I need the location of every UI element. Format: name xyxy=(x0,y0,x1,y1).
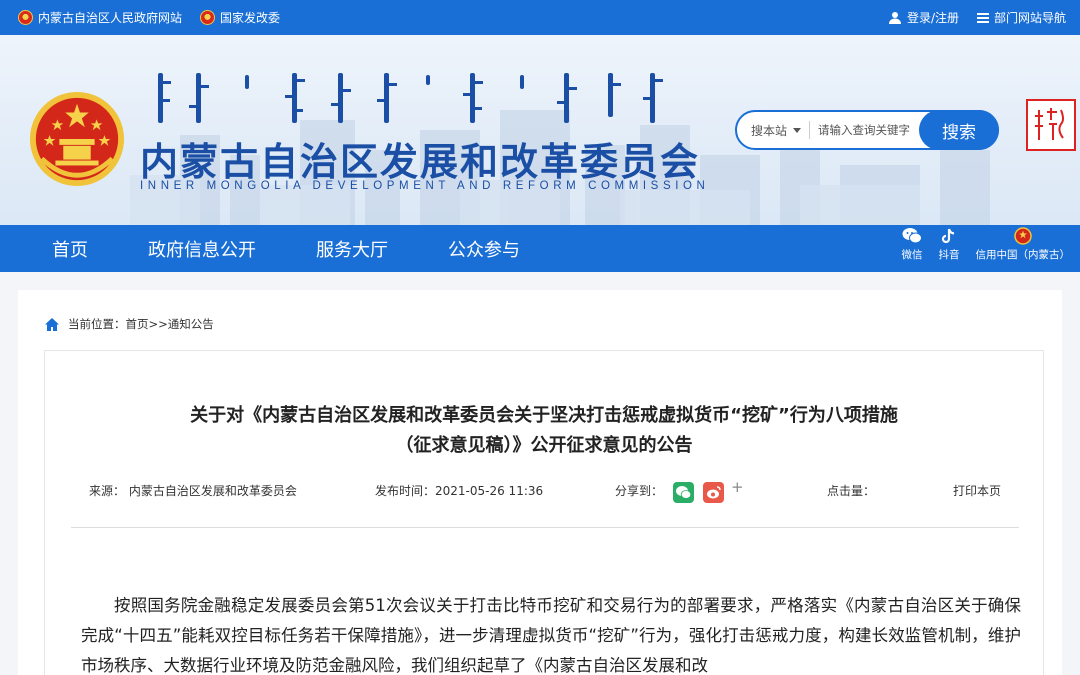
wechat-link[interactable]: 微信 xyxy=(902,227,923,262)
link-gov-website[interactable]: 内蒙古自治区人民政府网站 xyxy=(18,9,182,26)
main-nav: 首页 政府信息公开 服务大厅 公众参与 微信 抖音 信用中国（内蒙古） xyxy=(0,225,1080,272)
print-button[interactable]: 打印本页 xyxy=(953,482,1001,499)
national-emblem-icon xyxy=(1014,227,1032,245)
article-source: 来源： 内蒙古自治区发展和改革委员会 xyxy=(89,484,297,498)
national-emblem-logo xyxy=(29,91,125,187)
content-panel: 当前位置：首页>>通知公告 关于对《内蒙古自治区发展和改革委员会关于坚决打击惩戒… xyxy=(18,290,1062,675)
site-title: 内蒙古自治区发展和改革委员会 xyxy=(140,140,701,184)
hits-label: 点击量： xyxy=(827,484,876,498)
share-label: 分享到： xyxy=(615,484,664,498)
search-button[interactable]: 搜索 xyxy=(919,110,999,150)
seal-logo[interactable] xyxy=(1026,99,1076,151)
nav-item-service-hall[interactable]: 服务大厅 xyxy=(286,225,418,272)
divider xyxy=(71,527,1019,528)
nav-item-public-participation[interactable]: 公众参与 xyxy=(418,225,550,272)
nav-item-gov-info[interactable]: 政府信息公开 xyxy=(118,225,286,272)
wechat-icon xyxy=(902,228,922,244)
home-icon[interactable] xyxy=(44,317,60,332)
mongolian-script-title xyxy=(158,73,663,123)
search-scope-dropdown[interactable]: 搜本站 xyxy=(737,122,809,139)
douyin-icon xyxy=(941,228,955,244)
article-body: 按照国务院金融稳定发展委员会第51次会议关于打击比特币挖矿和交易行为的部署要求，… xyxy=(81,596,1021,675)
login-link[interactable]: 登录/注册 xyxy=(888,9,959,26)
weibo-share-icon[interactable] xyxy=(703,482,724,503)
article-meta: 来源： 内蒙古自治区发展和改革委员会 发布时间：2021-05-26 11:36… xyxy=(89,478,1019,503)
search-input[interactable] xyxy=(810,123,918,137)
top-bar: 内蒙古自治区人民政府网站 国家发改委 登录/注册 部门网站导航 xyxy=(0,0,1080,35)
dept-nav-link[interactable]: 部门网站导航 xyxy=(976,9,1066,26)
link-ndrc[interactable]: 国家发改委 xyxy=(200,9,280,26)
wechat-share-icon[interactable] xyxy=(673,482,694,503)
more-share-button[interactable]: + xyxy=(731,478,744,496)
seal-mark xyxy=(1035,108,1064,140)
douyin-link[interactable]: 抖音 xyxy=(939,227,960,262)
caret-down-icon xyxy=(793,127,802,133)
site-title-english: INNER MONGOLIA DEVELOPMENT AND REFORM CO… xyxy=(140,180,710,192)
national-emblem-icon xyxy=(18,10,33,25)
nav-item-home[interactable]: 首页 xyxy=(24,225,118,272)
national-emblem-icon xyxy=(200,10,216,25)
search-bar: 搜本站 搜索 xyxy=(735,110,999,150)
user-icon xyxy=(888,11,901,24)
article: 关于对《内蒙古自治区发展和改革委员会关于坚决打击惩戒虚拟货币“挖矿”行为八项措施… xyxy=(44,350,1044,675)
article-title: 关于对《内蒙古自治区发展和改革委员会关于坚决打击惩戒虚拟货币“挖矿”行为八项措施… xyxy=(190,405,898,456)
header-banner: 内蒙古自治区发展和改革委员会 INNER MONGOLIA DEVELOPMEN… xyxy=(0,35,1080,225)
credit-china-link[interactable]: 信用中国（内蒙古） xyxy=(976,227,1070,262)
list-icon xyxy=(976,12,989,23)
breadcrumb: 当前位置：首页>>通知公告 xyxy=(44,316,214,332)
publish-time: 发布时间：2021-05-26 11:36 xyxy=(375,484,544,498)
